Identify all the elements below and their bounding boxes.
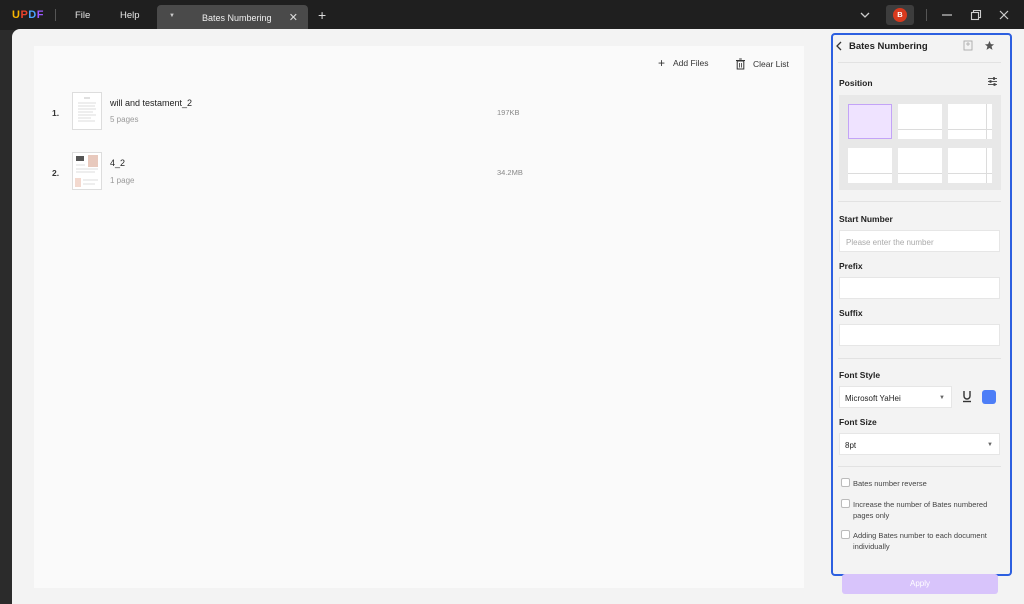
- position-bottom-center[interactable]: [898, 148, 942, 183]
- suffix-label: Suffix: [839, 308, 863, 318]
- title-separator: [55, 9, 56, 21]
- logo-letter: D: [28, 9, 37, 21]
- font-family-select[interactable]: Microsoft YaHei ▼: [839, 386, 952, 408]
- file-name: will and testament_2: [110, 98, 193, 108]
- divider: [838, 201, 1001, 202]
- file-pages: 1 page: [110, 176, 135, 185]
- font-size-select[interactable]: 8pt ▼: [839, 433, 1000, 455]
- position-bottom-left[interactable]: [848, 148, 892, 183]
- reverse-option-label: Bates number reverse: [853, 479, 927, 488]
- file-size: 197KB: [497, 108, 520, 117]
- title-separator: [926, 9, 927, 21]
- app-logo[interactable]: UPDF: [12, 9, 44, 21]
- position-top-center[interactable]: [898, 104, 942, 139]
- clear-list-button[interactable]: Clear List: [735, 58, 789, 70]
- start-number-input[interactable]: Please enter the number: [839, 230, 1000, 252]
- suffix-input[interactable]: [839, 324, 1000, 346]
- prefix-input[interactable]: [839, 277, 1000, 299]
- position-top-left[interactable]: [848, 104, 892, 139]
- plus-icon: +: [658, 56, 666, 70]
- tab-bates-numbering[interactable]: ▼ Bates Numbering ✕: [157, 5, 308, 30]
- divider: [838, 466, 1001, 467]
- minimize-icon[interactable]: [940, 8, 954, 22]
- restore-icon[interactable]: [969, 8, 983, 22]
- chevron-down-icon[interactable]: [859, 9, 871, 21]
- file-thumbnail: [72, 92, 102, 130]
- font-size-label: Font Size: [839, 417, 877, 427]
- panel-title: Bates Numbering: [849, 41, 928, 52]
- tab-dropdown-icon[interactable]: ▼: [169, 13, 175, 19]
- divider: [838, 62, 1001, 63]
- numbered-pages-only-label: Increase the number of Bates numbered pa…: [853, 500, 988, 520]
- account-button[interactable]: B: [886, 5, 914, 25]
- each-document-label: Adding Bates number to each document ind…: [853, 531, 987, 551]
- file-name: 4_2: [110, 158, 126, 168]
- trash-icon: [736, 58, 745, 70]
- font-size-value: 8pt: [845, 441, 857, 450]
- each-document-checkbox[interactable]: [841, 530, 850, 539]
- position-label: Position: [839, 78, 873, 88]
- sliders-icon[interactable]: [987, 76, 998, 87]
- caret-down-icon: ▼: [987, 442, 993, 448]
- star-icon[interactable]: [984, 40, 995, 51]
- prefix-label: Prefix: [839, 261, 863, 271]
- file-pages: 5 pages: [110, 115, 139, 124]
- font-color-swatch[interactable]: [982, 390, 996, 404]
- logo-letter: F: [36, 9, 44, 21]
- font-style-label: Font Style: [839, 370, 881, 380]
- file-index: 2.: [52, 168, 60, 178]
- back-chevron-icon[interactable]: [835, 41, 843, 51]
- file-size: 34.2MB: [497, 168, 523, 177]
- file-index: 1.: [52, 108, 60, 118]
- close-window-icon[interactable]: [997, 8, 1011, 22]
- avatar: B: [893, 8, 907, 22]
- apply-button[interactable]: Apply: [842, 574, 998, 594]
- add-files-label: Add Files: [673, 58, 709, 68]
- tab-close-icon[interactable]: ✕: [289, 11, 298, 24]
- file-thumbnail: [72, 152, 102, 190]
- divider: [838, 358, 1001, 359]
- menu-help[interactable]: Help: [120, 10, 140, 21]
- logo-letter: U: [12, 9, 21, 21]
- reverse-checkbox[interactable]: [841, 478, 850, 487]
- add-files-button[interactable]: + Add Files: [658, 56, 709, 70]
- logo-letter: P: [20, 9, 29, 21]
- title-bar: UPDF File Help ▼ Bates Numbering ✕ + B: [0, 0, 1024, 30]
- new-tab-icon[interactable]: +: [318, 8, 326, 22]
- position-bottom-right[interactable]: [948, 148, 992, 183]
- position-top-right[interactable]: [948, 104, 992, 139]
- save-template-icon[interactable]: [963, 40, 973, 51]
- clear-list-label: Clear List: [753, 59, 789, 69]
- font-family-value: Microsoft YaHei: [845, 394, 901, 403]
- start-number-label: Start Number: [839, 214, 893, 224]
- numbered-pages-only-checkbox[interactable]: [841, 499, 850, 508]
- caret-down-icon: ▼: [939, 395, 945, 401]
- file-list-panel: [34, 46, 804, 588]
- underline-icon[interactable]: [961, 390, 973, 403]
- tab-label: Bates Numbering: [202, 13, 272, 23]
- menu-file[interactable]: File: [75, 10, 90, 21]
